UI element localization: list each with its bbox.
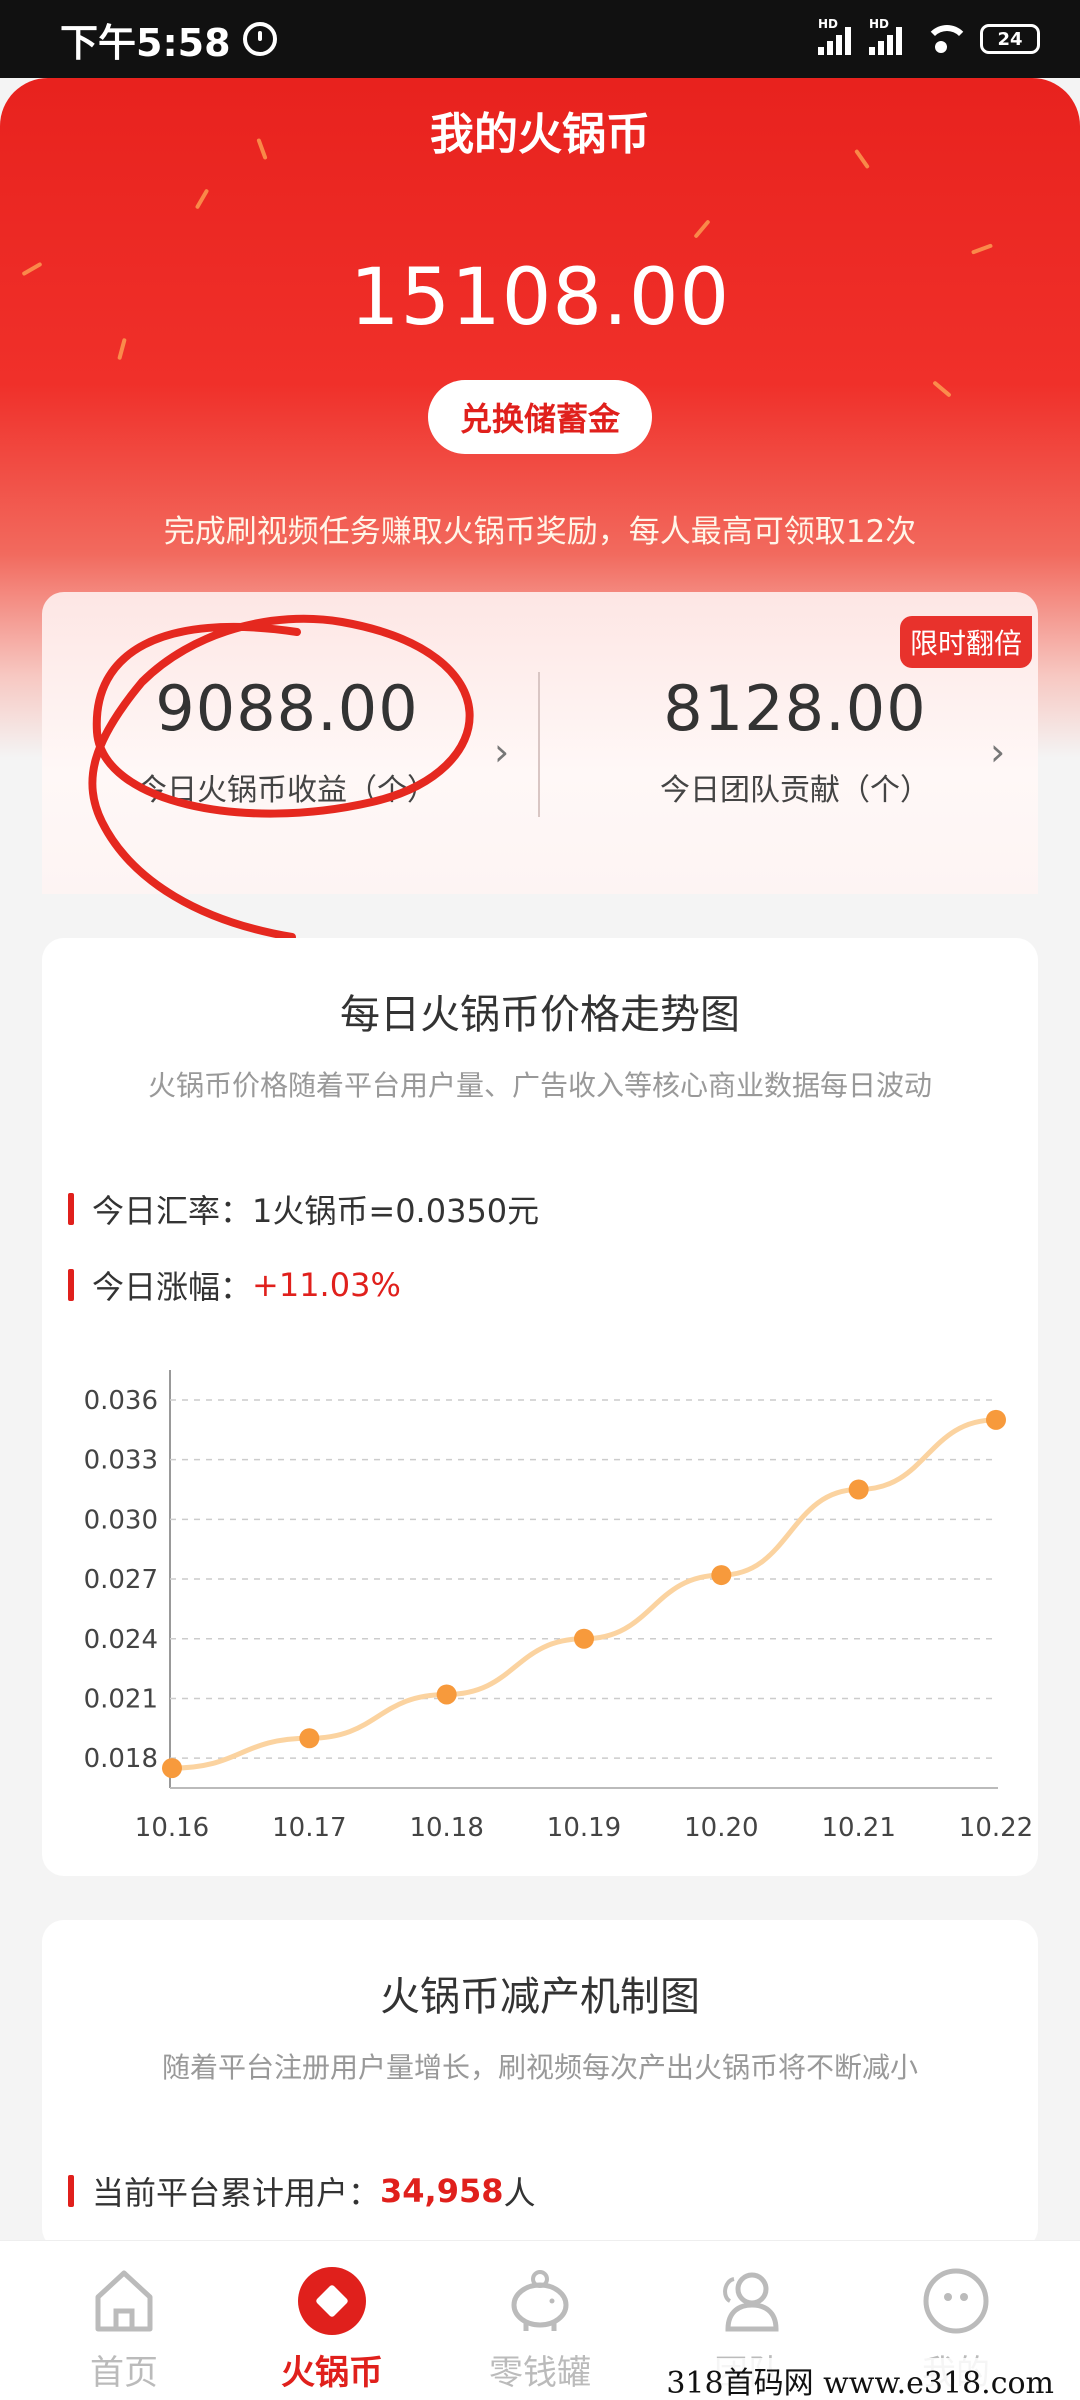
- coin-icon: [294, 2263, 370, 2339]
- status-icons: HD HD 24: [818, 17, 1040, 55]
- y-tick-label: 0.018: [84, 1744, 158, 1774]
- stats-divider: [538, 672, 540, 817]
- total-users-line: 当前平台累计用户： 34,958 人: [68, 2168, 536, 2214]
- data-point: [986, 1409, 1006, 1430]
- signal-icon: HD: [818, 17, 851, 55]
- task-description: 完成刷视频任务赚取火锅币奖励，每人最高可领取12次: [163, 514, 917, 550]
- today-earnings-stat[interactable]: 9088.00 今日火锅币收益（个）: [52, 672, 522, 809]
- wifi-icon: [920, 23, 970, 55]
- status-bar: 下午5:58 HD HD 24: [0, 0, 1080, 78]
- watermark: 318首码网 www.e318.com: [660, 2358, 1060, 2400]
- x-tick-label: 10.18: [409, 1813, 483, 1843]
- team-contribution-value: 8128.00: [663, 672, 927, 745]
- total-users-unit: 人: [503, 2174, 536, 2212]
- total-users-label: 当前平台累计用户：: [92, 2174, 381, 2212]
- nav-label: 零钱罐: [489, 2353, 591, 2393]
- team-icon: [710, 2263, 786, 2339]
- x-tick-label: 10.20: [684, 1813, 758, 1843]
- alarm-icon: [242, 22, 277, 56]
- signal-icon: HD: [869, 17, 902, 55]
- red-marker: [68, 2175, 74, 2207]
- y-tick-label: 0.033: [84, 1446, 158, 1476]
- team-contribution-label: 今日团队贡献（个）: [660, 773, 930, 808]
- data-point: [574, 1628, 594, 1649]
- data-point: [436, 1684, 457, 1705]
- chevron-right-icon[interactable]: ›: [990, 730, 1005, 774]
- y-tick-label: 0.024: [84, 1625, 158, 1655]
- status-time: 下午5:58: [60, 20, 231, 65]
- spark-decoration: [693, 219, 711, 239]
- nav-label: 首页: [90, 2353, 158, 2393]
- spark-decoration: [194, 188, 210, 210]
- y-tick-label: 0.030: [84, 1505, 158, 1535]
- price-trend-chart: 0.036 0.033 0.030 0.027 0.024 0.021 0.018 10.16…: [84, 1370, 1033, 1843]
- home-icon: [86, 2263, 162, 2339]
- nav-label: 火锅币: [281, 2353, 383, 2393]
- profile-icon: [918, 2263, 994, 2339]
- hd-label: HD: [869, 17, 890, 31]
- data-point: [711, 1565, 732, 1586]
- total-users-value: 34,958: [380, 2172, 504, 2210]
- battery-icon: 24: [980, 24, 1040, 54]
- reduction-subtitle: 随着平台注册用户量增长，刷视频每次产出火锅币将不断减小: [161, 2051, 918, 2084]
- limited-double-badge: 限时翻倍: [899, 616, 1032, 668]
- y-tick-label: 0.021: [84, 1684, 158, 1714]
- chevron-right-icon[interactable]: ›: [494, 730, 509, 774]
- data-point: [162, 1758, 182, 1779]
- nav-item-home[interactable]: 首页: [44, 2241, 204, 2400]
- exchange-savings-button[interactable]: 兑换储蓄金: [428, 380, 652, 454]
- data-point: [299, 1728, 320, 1749]
- y-tick-label: 0.027: [84, 1565, 158, 1595]
- reduction-card: 火锅币减产机制图 随着平台注册用户量增长，刷视频每次产出火锅币将不断减小 当前平…: [42, 1920, 1038, 2250]
- x-tick-label: 10.19: [547, 1813, 621, 1843]
- price-line: [171, 1417, 997, 1771]
- x-tick-label: 10.22: [959, 1813, 1033, 1843]
- stats-card: 限时翻倍 9088.00 今日火锅币收益（个） › 8128.00 今日团队贡献…: [42, 592, 1038, 941]
- nav-item-coin[interactable]: 火锅币: [252, 2241, 412, 2400]
- x-tick-label: 10.17: [272, 1813, 346, 1843]
- piggy-bank-icon: [502, 2263, 578, 2339]
- page-title: 我的火锅币: [430, 109, 650, 160]
- y-tick-label: 0.036: [84, 1386, 158, 1416]
- data-point: [848, 1479, 869, 1500]
- reduction-title: 火锅币减产机制图: [380, 1974, 700, 2020]
- today-earnings-value: 9088.00: [155, 672, 419, 745]
- hd-label: HD: [818, 17, 839, 31]
- x-tick-label: 10.21: [821, 1813, 895, 1843]
- nav-item-piggy-bank[interactable]: 零钱罐: [460, 2241, 620, 2400]
- x-tick-label: 10.16: [135, 1813, 209, 1843]
- price-trend-card: 每日火锅币价格走势图 火锅币价格随着平台用户量、广告收入等核心商业数据每日波动 …: [42, 938, 1038, 1876]
- spark-decoration: [932, 380, 952, 398]
- coin-balance: 15108.00: [349, 253, 731, 343]
- today-earnings-label: 今日火锅币收益（个）: [137, 773, 437, 808]
- team-contribution-stat[interactable]: 8128.00 今日团队贡献（个）: [560, 672, 1030, 809]
